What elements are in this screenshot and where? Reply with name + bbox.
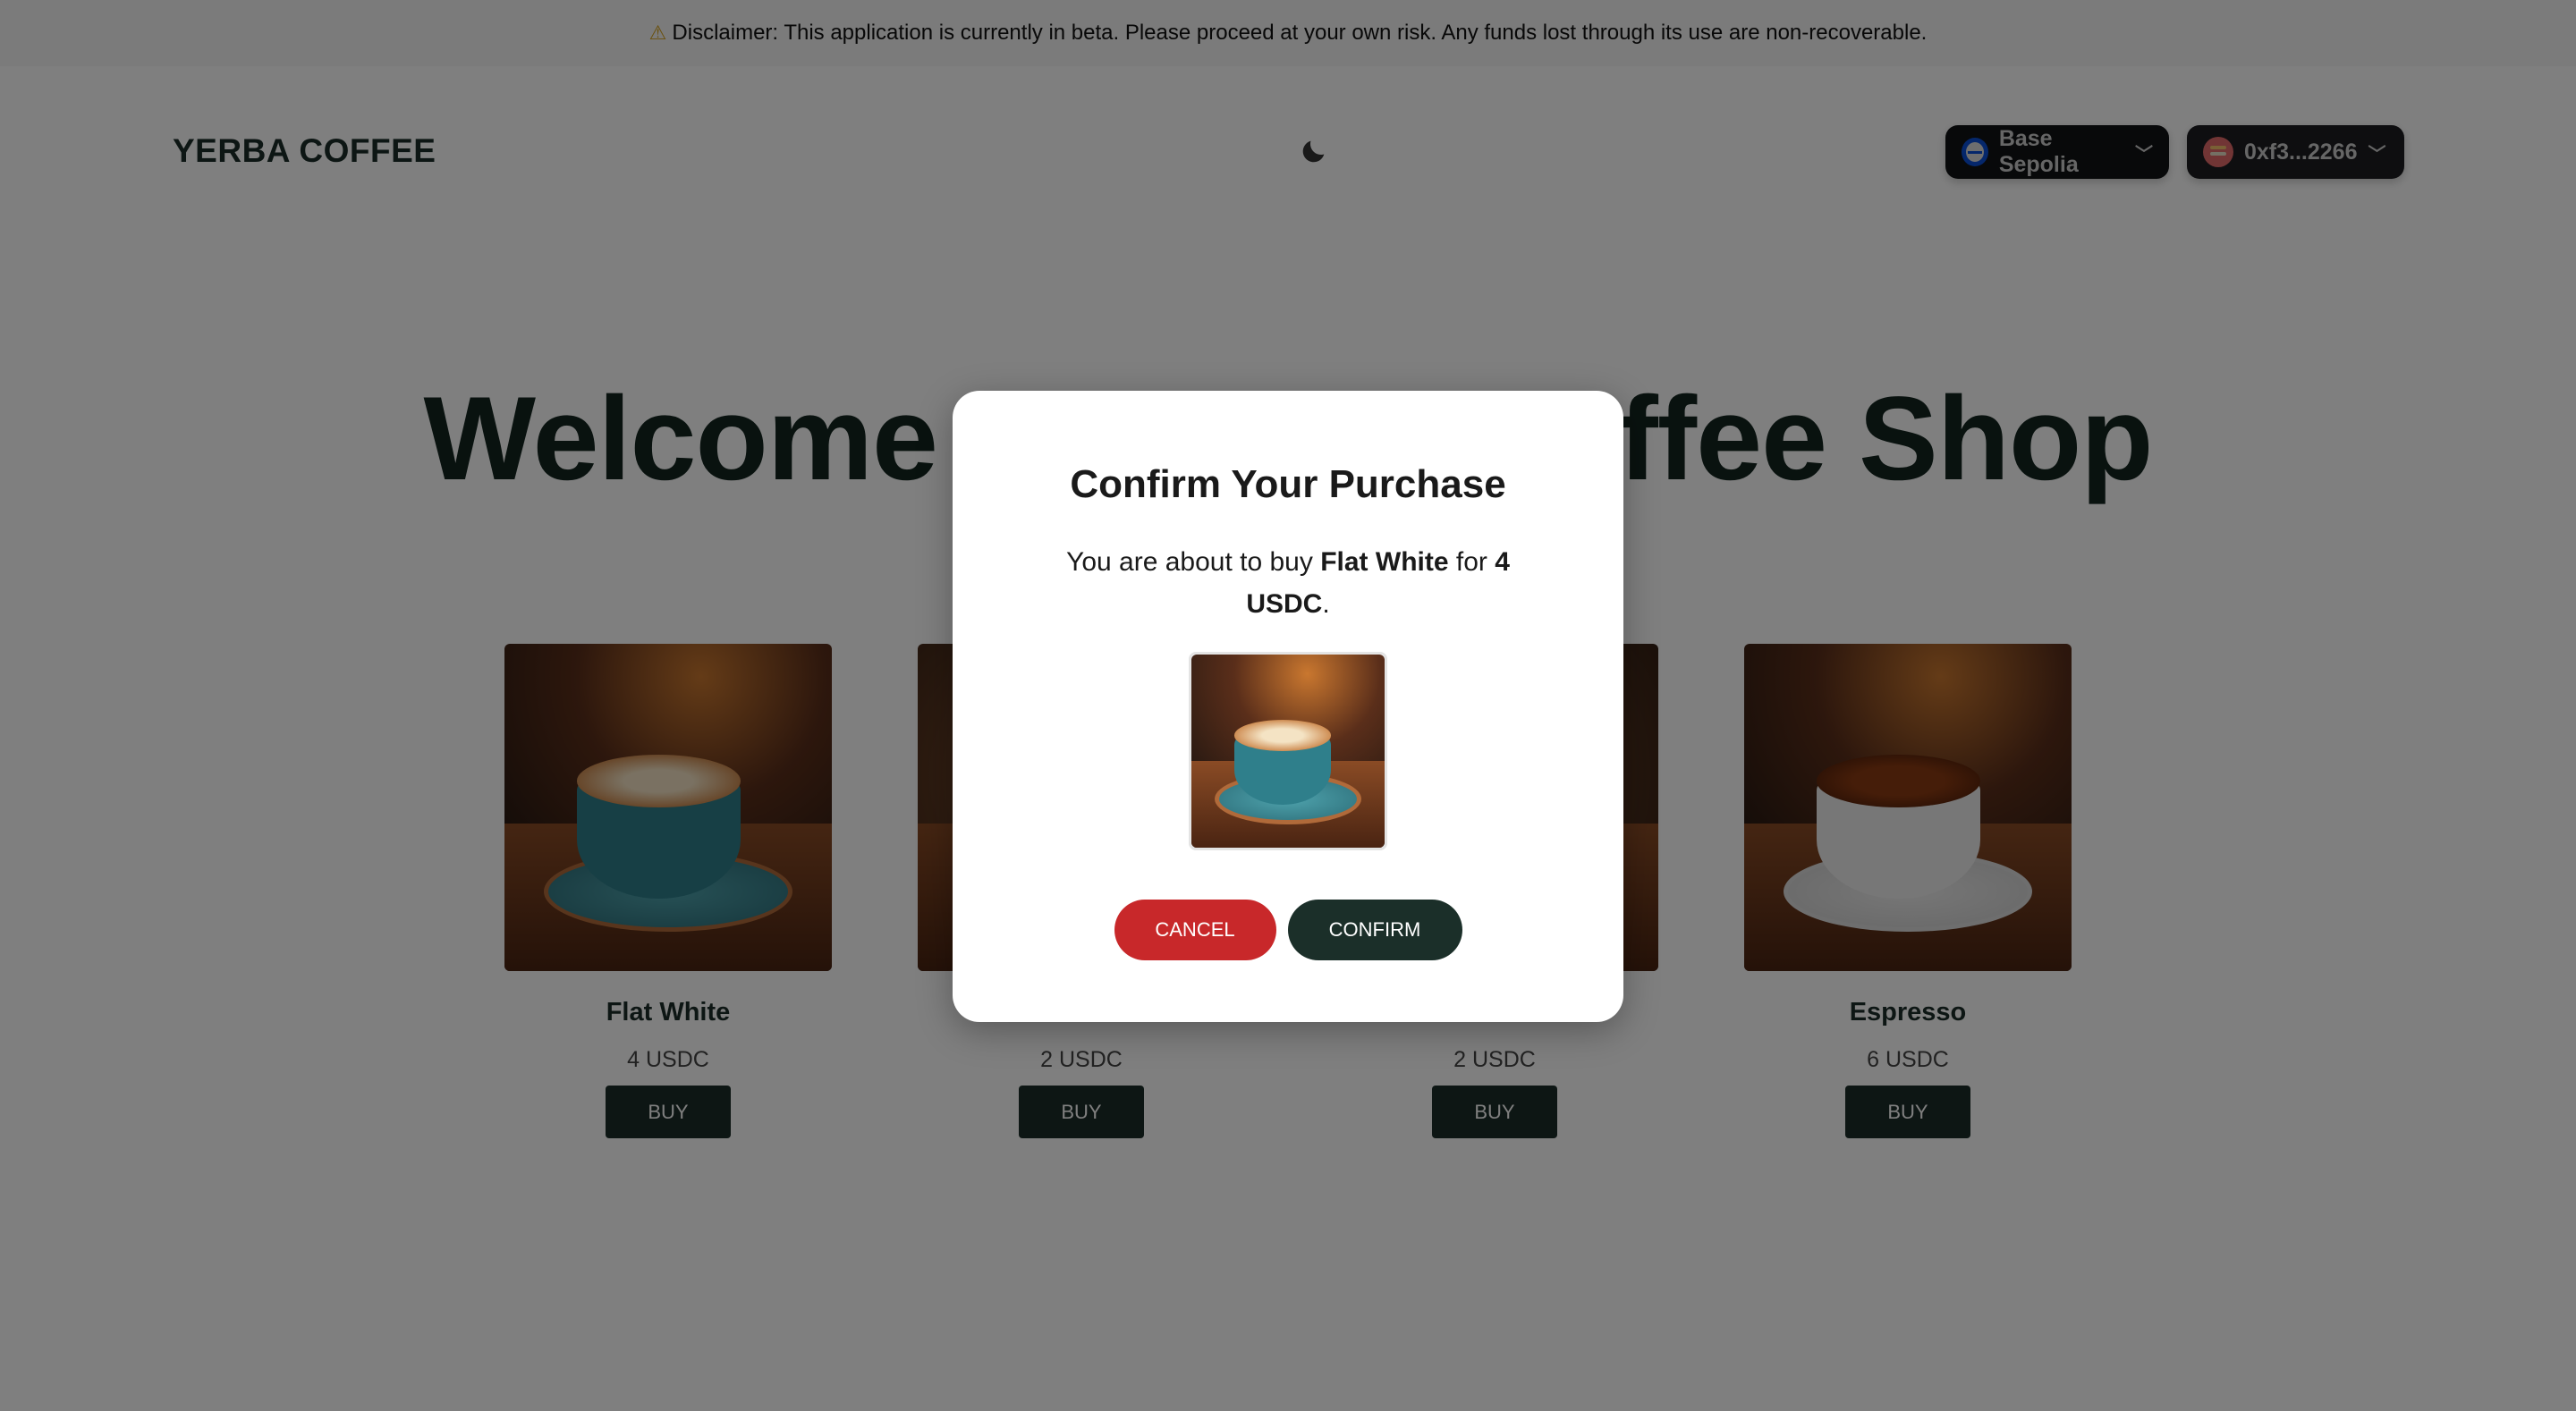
confirm-purchase-modal: Confirm Your Purchase You are about to b…	[953, 391, 1623, 1022]
message-text: You are about to buy	[1066, 547, 1321, 577]
modal-message: You are about to buy Flat White for 4 US…	[1055, 541, 1521, 625]
confirm-button[interactable]: CONFIRM	[1287, 900, 1462, 960]
message-text: for	[1448, 547, 1496, 577]
modal-title: Confirm Your Purchase	[1070, 462, 1506, 506]
message-text: .	[1322, 589, 1330, 619]
modal-product-image	[1189, 652, 1387, 850]
product-image	[1191, 655, 1385, 848]
cancel-button[interactable]: CANCEL	[1114, 900, 1276, 960]
message-product: Flat White	[1320, 547, 1449, 577]
